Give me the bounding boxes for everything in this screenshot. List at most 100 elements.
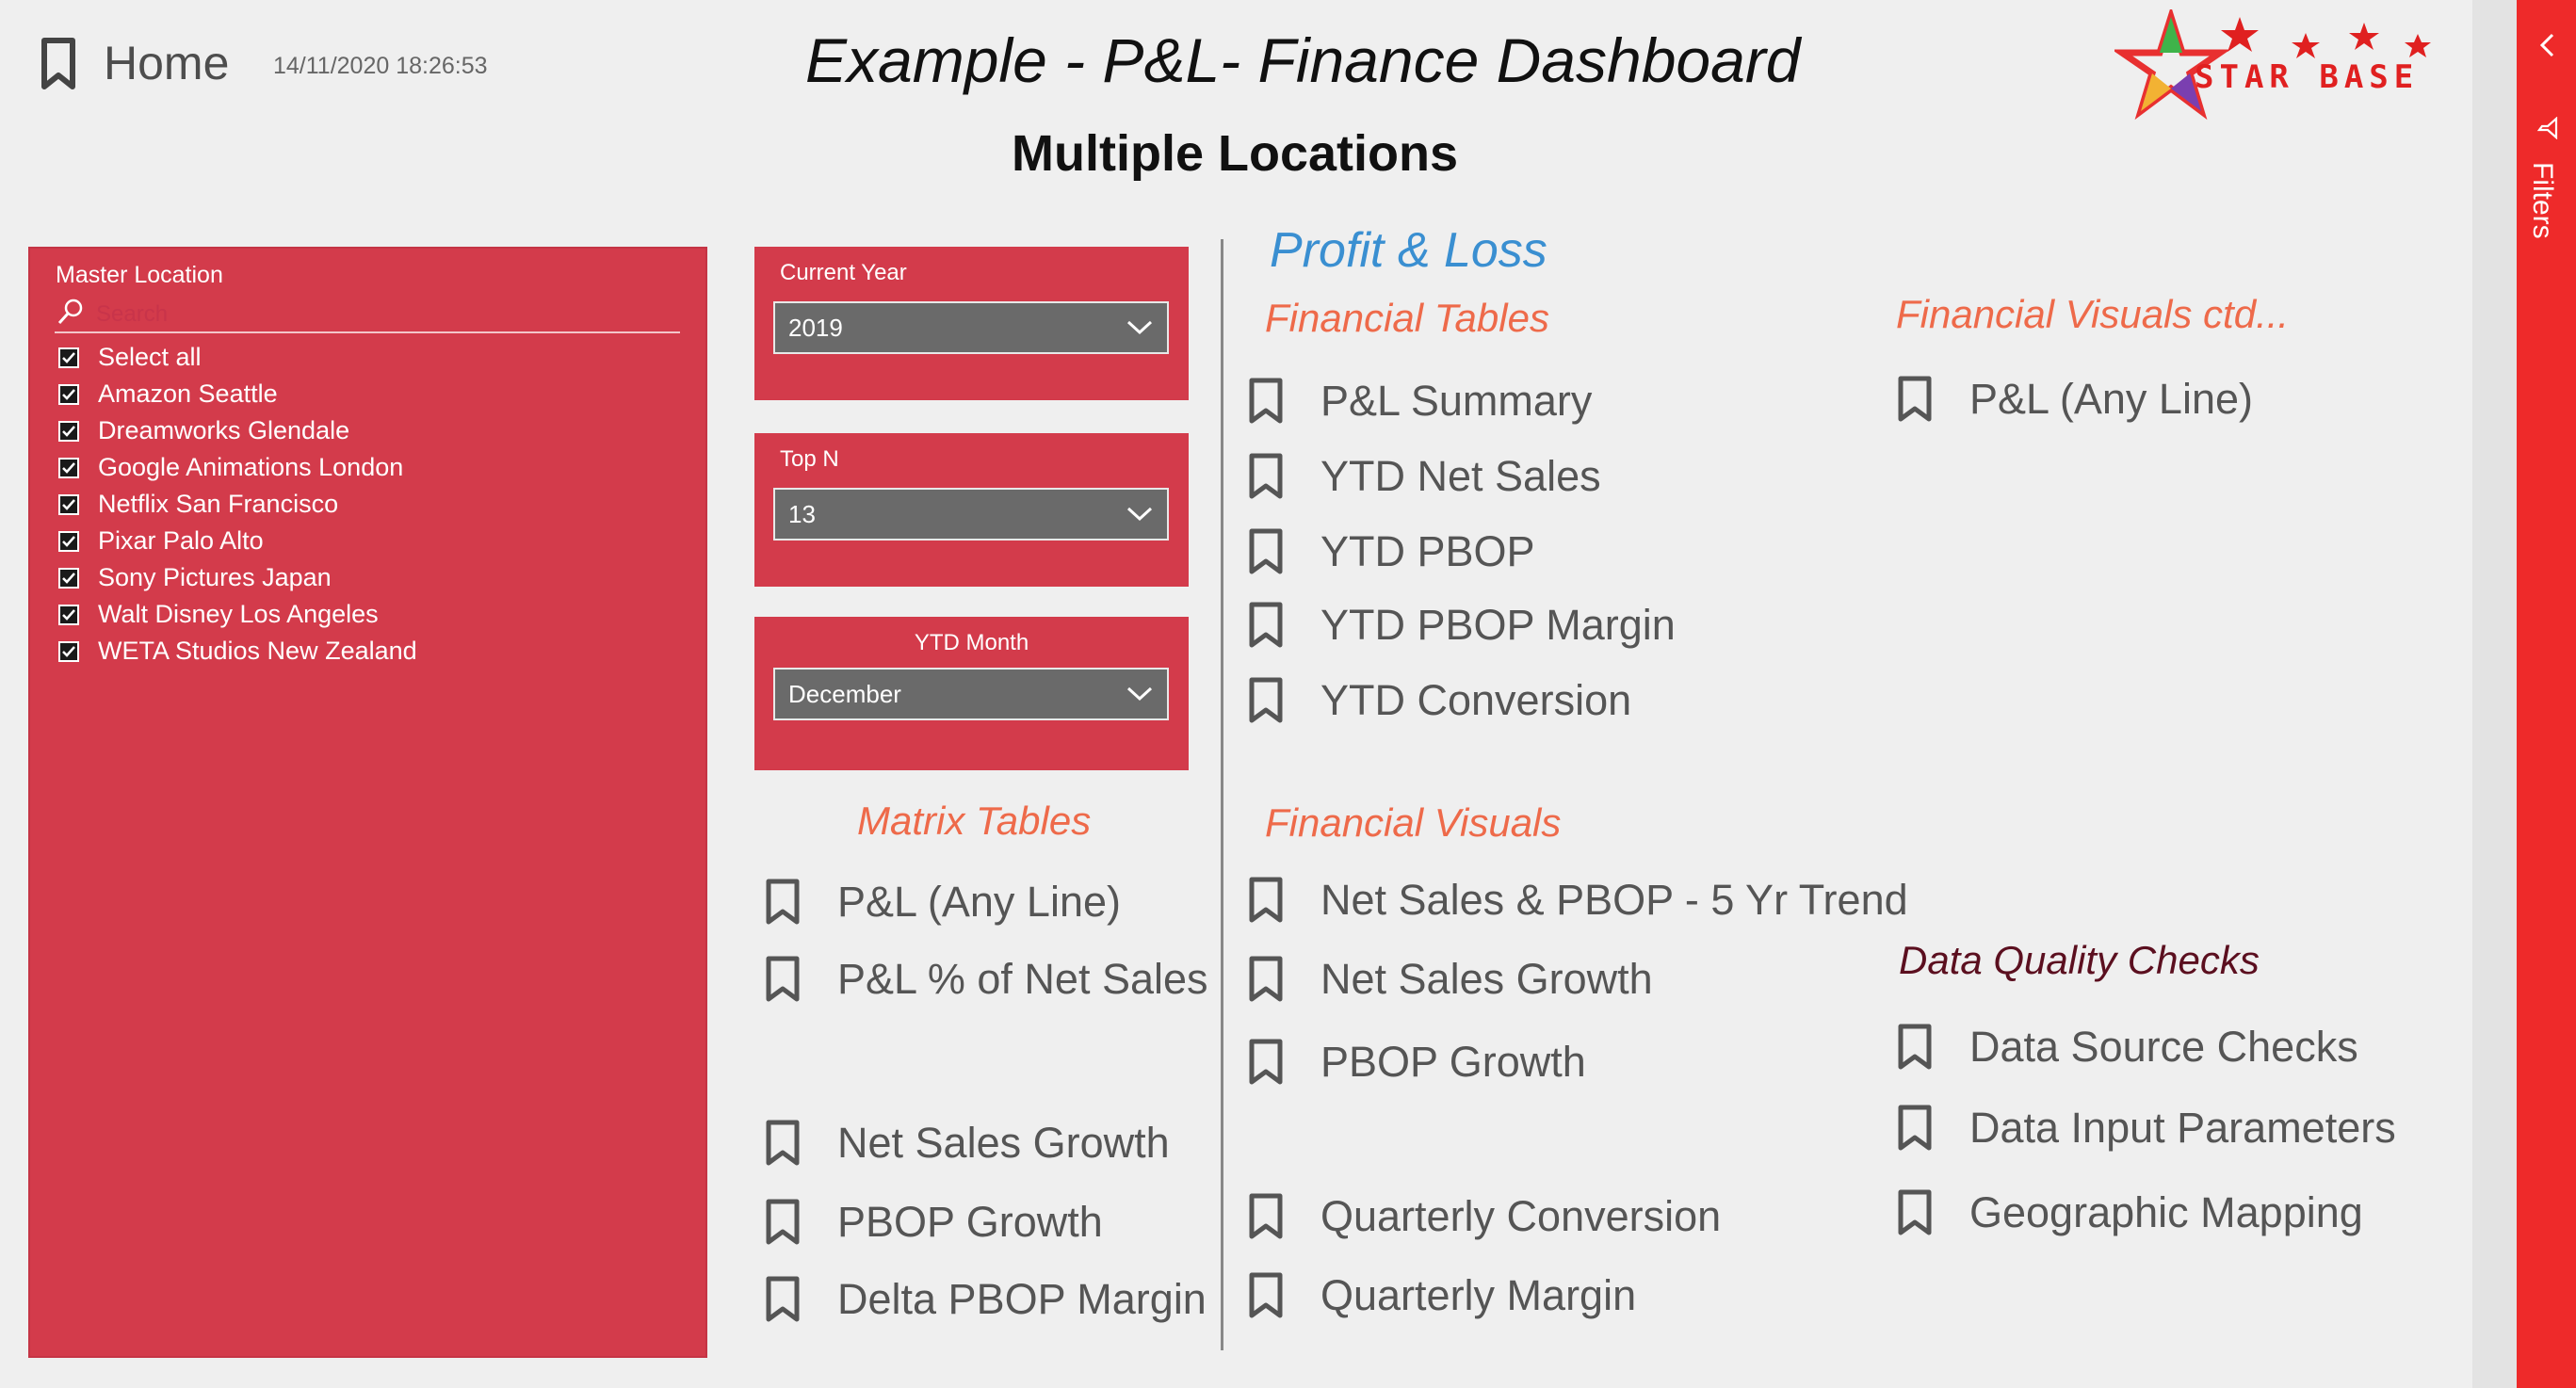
- filters-pane[interactable]: Filters: [2517, 0, 2576, 1388]
- link-label: Net Sales & PBOP - 5 Yr Trend: [1320, 876, 1908, 924]
- slicer-item-label: WETA Studios New Zealand: [98, 637, 417, 665]
- link-label: Data Source Checks: [1969, 1023, 2358, 1071]
- bookmark-icon: [1898, 1024, 1932, 1071]
- slicer-item[interactable]: Netflix San Francisco: [58, 486, 680, 523]
- financial-table-link[interactable]: YTD PBOP Margin: [1249, 601, 1676, 650]
- bookmark-icon: [1249, 602, 1283, 649]
- link-label: Delta PBOP Margin: [837, 1275, 1207, 1323]
- checkbox[interactable]: [58, 383, 79, 405]
- star-base-logo: STAR BASE: [2111, 6, 2444, 127]
- financial-visual-link[interactable]: Net Sales Growth: [1249, 955, 1653, 1004]
- top-n-value: 13: [788, 499, 816, 528]
- top-n-label: Top N: [780, 446, 839, 472]
- slicer-item-label: Pixar Palo Alto: [98, 526, 264, 555]
- slicer-item[interactable]: Pixar Palo Alto: [58, 523, 680, 559]
- link-label: P&L (Any Line): [837, 878, 1121, 926]
- bookmark-icon: [1249, 956, 1283, 1003]
- current-year-dropdown[interactable]: 2019: [773, 301, 1169, 354]
- bookmark-icon: [1249, 677, 1283, 724]
- financial-table-link[interactable]: P&L Summary: [1249, 377, 1592, 426]
- link-label: YTD PBOP Margin: [1320, 601, 1676, 649]
- search-icon: [57, 298, 85, 331]
- chevron-left-icon[interactable]: [2537, 32, 2556, 63]
- ytd-month-dropdown[interactable]: December: [773, 668, 1169, 720]
- canvas-margin: [2472, 0, 2517, 1388]
- top-n-dropdown[interactable]: 13: [773, 488, 1169, 541]
- bookmark-icon: [766, 879, 800, 926]
- matrix-link[interactable]: Net Sales Growth: [766, 1119, 1170, 1168]
- financial-visual-link[interactable]: Net Sales & PBOP - 5 Yr Trend: [1249, 876, 1908, 925]
- home-button[interactable]: Home: [104, 36, 229, 90]
- checkbox[interactable]: [58, 604, 79, 625]
- slicer-list: Select all Amazon Seattle Dreamworks Glend…: [58, 339, 680, 670]
- financial-table-link[interactable]: YTD Conversion: [1249, 676, 1631, 725]
- slicer-item-label: Netflix San Francisco: [98, 490, 339, 518]
- filters-label: Filters: [2527, 162, 2558, 239]
- link-label: PBOP Growth: [837, 1198, 1103, 1246]
- title-rest: - P&L- Finance Dashboard: [1046, 25, 1801, 95]
- data-quality-link[interactable]: Data Source Checks: [1898, 1023, 2358, 1072]
- filter-icon: [2535, 116, 2560, 144]
- matrix-link[interactable]: PBOP Growth: [766, 1198, 1103, 1247]
- slicer-item[interactable]: Amazon Seattle: [58, 376, 680, 412]
- data-quality-link[interactable]: Data Input Parameters: [1898, 1104, 2396, 1153]
- chevron-down-icon: [1126, 680, 1154, 709]
- vertical-divider: [1221, 239, 1223, 1350]
- link-label: Net Sales Growth: [1320, 955, 1653, 1003]
- checkbox[interactable]: [58, 493, 79, 515]
- checkbox[interactable]: [58, 457, 79, 478]
- financial-table-link[interactable]: YTD PBOP: [1249, 527, 1535, 576]
- link-label: P&L Summary: [1320, 377, 1593, 425]
- checkbox[interactable]: [58, 420, 79, 442]
- checkbox[interactable]: [58, 347, 79, 368]
- bookmark-icon: [766, 1276, 800, 1323]
- link-label: Net Sales Growth: [837, 1119, 1170, 1167]
- slicer-item[interactable]: Google Animations London: [58, 449, 680, 486]
- bookmark-icon: [1249, 877, 1283, 924]
- financial-visuals-ctd-heading: Financial Visuals ctd...: [1896, 292, 2290, 336]
- financial-visual-link[interactable]: Quarterly Conversion: [1249, 1192, 1721, 1241]
- financial-table-link[interactable]: YTD Net Sales: [1249, 452, 1601, 501]
- bookmark-icon: [766, 1199, 800, 1246]
- financial-visual-link[interactable]: Quarterly Margin: [1249, 1271, 1636, 1320]
- slicer-item[interactable]: Dreamworks Glendale: [58, 412, 680, 449]
- matrix-link[interactable]: Delta PBOP Margin: [766, 1275, 1207, 1324]
- link-label: YTD Conversion: [1320, 676, 1632, 724]
- financial-visual-link[interactable]: PBOP Growth: [1249, 1038, 1586, 1087]
- timestamp: 14/11/2020 18:26:53: [273, 53, 488, 79]
- financial-visuals-heading: Financial Visuals: [1265, 800, 1562, 845]
- matrix-link[interactable]: P&L % of Net Sales: [766, 955, 1208, 1004]
- search-input[interactable]: Search: [96, 301, 168, 328]
- matrix-tables-heading: Matrix Tables: [857, 799, 1092, 843]
- slicer-item[interactable]: Select all: [58, 339, 680, 376]
- slicer-item-label: Dreamworks Glendale: [98, 416, 350, 444]
- slicer-item[interactable]: WETA Studios New Zealand: [58, 633, 680, 670]
- slicer-item[interactable]: Walt Disney Los Angeles: [58, 596, 680, 633]
- financial-tables-heading: Financial Tables: [1265, 296, 1549, 340]
- ytd-month-panel: YTD Month December: [754, 617, 1189, 770]
- data-quality-heading: Data Quality Checks: [1899, 938, 2260, 982]
- data-quality-link[interactable]: Geographic Mapping: [1898, 1188, 2363, 1237]
- slicer-item-label: Walt Disney Los Angeles: [98, 600, 379, 628]
- matrix-link[interactable]: P&L (Any Line): [766, 878, 1121, 927]
- slicer-item-label: Select all: [98, 343, 202, 371]
- link-label: Data Input Parameters: [1969, 1104, 2396, 1152]
- top-n-panel: Top N 13: [754, 433, 1189, 587]
- checkbox[interactable]: [58, 640, 79, 662]
- bookmark-icon: [1898, 376, 1932, 423]
- checkbox[interactable]: [58, 567, 79, 589]
- chevron-down-icon: [1126, 500, 1154, 529]
- chevron-down-icon: [1126, 314, 1154, 343]
- financial-visual-ctd-link[interactable]: P&L (Any Line): [1898, 375, 2253, 424]
- home-bookmark-icon[interactable]: [41, 38, 75, 90]
- bookmark-icon: [1898, 1105, 1932, 1152]
- logo-text: STAR BASE: [2195, 58, 2420, 96]
- checkbox[interactable]: [58, 530, 79, 552]
- link-label: YTD Net Sales: [1320, 452, 1601, 500]
- search-underline: [55, 331, 680, 333]
- bookmark-icon: [1249, 1272, 1283, 1319]
- bookmark-icon: [1249, 1193, 1283, 1240]
- slicer-item[interactable]: Sony Pictures Japan: [58, 559, 680, 596]
- slicer-item-label: Sony Pictures Japan: [98, 563, 332, 591]
- current-year-panel: Current Year 2019: [754, 247, 1189, 400]
